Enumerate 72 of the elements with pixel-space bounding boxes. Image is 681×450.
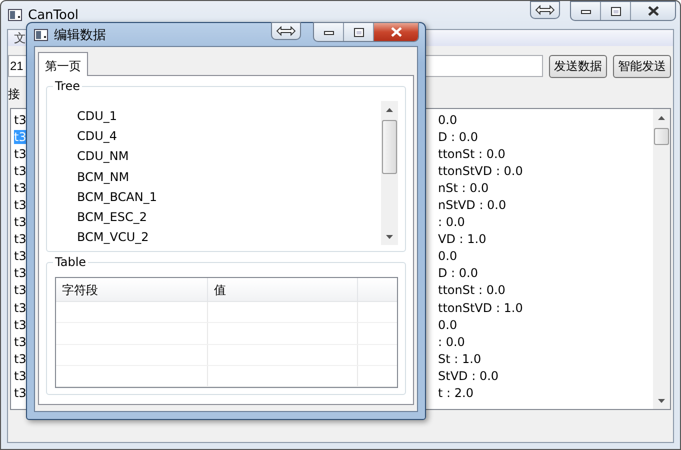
- list-item[interactable]: t : 2.0: [438, 386, 474, 400]
- resize-button[interactable]: [271, 22, 301, 40]
- list-item[interactable]: ttonSt : 0.0: [438, 146, 506, 161]
- column-header[interactable]: 字符段: [56, 278, 208, 301]
- tree-item[interactable]: CDU_NM: [77, 146, 381, 167]
- scrollbar-thumb[interactable]: [382, 120, 397, 174]
- list-item[interactable]: nStVD : 0.0: [438, 198, 506, 212]
- list-item[interactable]: t3: [14, 368, 26, 383]
- dialog-title: 编辑数据: [54, 26, 106, 44]
- list-item[interactable]: ttonStVD : 0.0: [438, 164, 523, 178]
- list-item[interactable]: t3: [14, 232, 26, 246]
- list-item[interactable]: t3: [14, 318, 26, 332]
- list-item[interactable]: t3: [14, 164, 26, 178]
- tree-item[interactable]: BCM_NM: [77, 166, 381, 187]
- list-item[interactable]: t3: [14, 180, 26, 195]
- list-item[interactable]: : 0.0: [438, 334, 465, 349]
- list-item[interactable]: t3: [14, 386, 26, 400]
- app-icon: [8, 9, 22, 21]
- list-item[interactable]: D : 0.0: [438, 266, 478, 280]
- group-title: Table: [53, 255, 88, 269]
- list-item[interactable]: 0.0: [438, 112, 458, 127]
- scroll-down-icon[interactable]: [658, 398, 665, 402]
- list-item[interactable]: t3: [14, 334, 26, 349]
- list-item[interactable]: t3: [14, 215, 26, 230]
- tree-item[interactable]: CDU_4: [77, 126, 381, 146]
- list-item[interactable]: StVD : 0.0: [438, 368, 499, 383]
- receive-label: 接: [8, 87, 20, 101]
- scroll-up-icon[interactable]: [386, 108, 393, 112]
- minimize-icon: [580, 8, 590, 14]
- column-header[interactable]: 值: [208, 278, 358, 301]
- menu-item[interactable]: 文: [14, 30, 26, 46]
- scroll-down-icon[interactable]: [386, 234, 393, 238]
- list-item[interactable]: t3: [14, 249, 26, 264]
- list-item[interactable]: t3: [14, 112, 26, 127]
- list-item[interactable]: VD : 1.0: [438, 232, 486, 246]
- window-title: CanTool: [28, 8, 79, 22]
- send-button[interactable]: 发送数据: [549, 54, 607, 78]
- double-arrow-icon: [535, 5, 555, 15]
- tab[interactable]: 第一页: [38, 52, 88, 76]
- list-item[interactable]: t3: [14, 146, 26, 161]
- list-item[interactable]: ttonStVD : 1.0: [438, 300, 523, 315]
- list-item[interactable]: 0.0: [438, 318, 458, 332]
- list-item[interactable]: t3: [14, 352, 26, 366]
- tree-item[interactable]: CDU_1: [77, 106, 381, 126]
- group-title: Tree: [53, 79, 82, 93]
- tree-item[interactable]: BCM_VCU_2: [77, 227, 381, 248]
- scrollbar[interactable]: [381, 101, 398, 245]
- minimize-icon: [324, 29, 334, 35]
- close-button[interactable]: [374, 23, 418, 41]
- scrollbar[interactable]: [653, 109, 670, 409]
- maximize-icon: [354, 28, 364, 36]
- close-icon: [390, 27, 402, 37]
- list-item[interactable]: t3: [14, 300, 26, 315]
- tree-item[interactable]: BCM_BCAN_1: [77, 186, 381, 207]
- scrollbar-thumb[interactable]: [654, 128, 669, 145]
- send-button[interactable]: 智能发送: [613, 54, 671, 78]
- maximize-icon: [610, 6, 620, 16]
- close-icon: [648, 6, 658, 16]
- list-item[interactable]: t3: [14, 283, 26, 298]
- list-item[interactable]: t3: [14, 198, 26, 212]
- scroll-up-icon[interactable]: [658, 116, 665, 120]
- resize-button[interactable]: [530, 1, 560, 19]
- list-item[interactable]: St : 1.0: [438, 352, 482, 366]
- list-item[interactable]: ttonSt : 0.0: [438, 283, 506, 298]
- app-icon: [34, 28, 48, 40]
- list-item[interactable]: 0.0: [438, 249, 458, 264]
- list-item[interactable]: : 0.0: [438, 215, 465, 230]
- list-item[interactable]: D : 0.0: [438, 130, 478, 144]
- list-item[interactable]: nSt : 0.0: [438, 180, 489, 195]
- tree-item[interactable]: BCM_ESC_2: [77, 206, 381, 228]
- double-arrow-icon: [276, 26, 296, 36]
- list-item[interactable]: t3: [14, 266, 26, 280]
